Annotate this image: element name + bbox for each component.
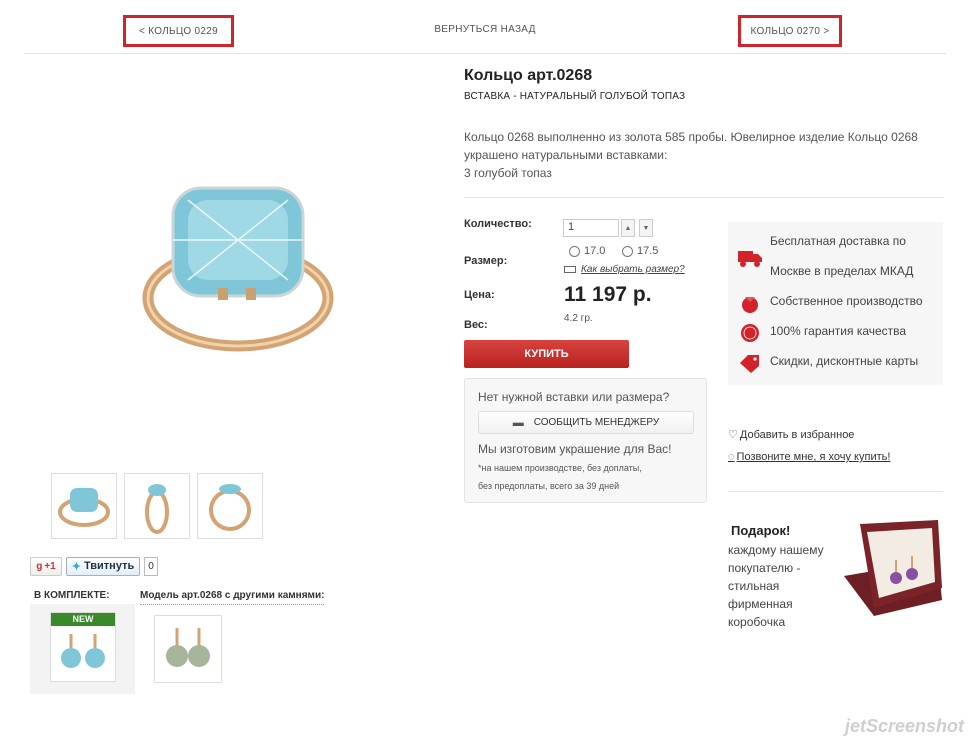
speech-bubble-icon: ◌ bbox=[728, 451, 735, 463]
tweet-button[interactable]: ✦ Твитнуть bbox=[66, 556, 140, 576]
earrings-variant-image bbox=[166, 628, 210, 667]
size-option-label: 17.5 bbox=[637, 245, 659, 257]
next-product-link[interactable]: КОЛЬЦО 0270 > bbox=[738, 15, 842, 47]
benefit-production: Собственное производство bbox=[770, 294, 923, 308]
ring-thumb-image bbox=[209, 484, 251, 531]
discount-tag-icon bbox=[740, 355, 759, 373]
product-description: Кольцо 0268 выполненно из золота 585 про… bbox=[464, 128, 944, 182]
add-favorite-label: Добавить в избранное bbox=[739, 428, 855, 441]
gem-icon bbox=[742, 297, 758, 313]
gift-title: Подарок! bbox=[731, 523, 791, 538]
gplus-button[interactable]: g +1 bbox=[30, 556, 62, 576]
size-label: Размер: bbox=[464, 255, 508, 267]
desc-line-1: Кольцо 0268 выполненно из золота 585 про… bbox=[464, 130, 918, 144]
size-guide-link[interactable]: Как выбрать размер? bbox=[564, 264, 685, 275]
thumbnail-2[interactable] bbox=[124, 473, 190, 539]
gift-line-1: каждому нашему bbox=[728, 543, 824, 557]
gplus-icon: g bbox=[36, 560, 43, 572]
product-title: Кольцо арт.0268 bbox=[464, 67, 593, 84]
thumbnail-1[interactable] bbox=[51, 473, 117, 539]
tweet-label: Твитнуть bbox=[83, 560, 135, 572]
size-guide-label: Как выбрать размер? bbox=[581, 264, 685, 275]
manager-make-text: Мы изготовим украшение для Вас! bbox=[478, 442, 672, 456]
notify-manager-button[interactable]: ▬ СООБЩИТЬ МЕНЕДЖЕРУ bbox=[478, 411, 694, 434]
divider bbox=[728, 491, 943, 492]
weight-value: 4.2 гр. bbox=[564, 313, 593, 324]
truck-icon bbox=[738, 251, 762, 267]
kit-item-earrings[interactable]: NEW bbox=[50, 612, 116, 682]
radio-icon bbox=[622, 245, 633, 257]
benefit-delivery-line-1: Бесплатная доставка по bbox=[770, 234, 906, 248]
gift-box-image bbox=[844, 520, 942, 616]
gift-line-4: фирменная bbox=[728, 597, 793, 611]
price-value: 11 197 р. bbox=[564, 283, 652, 306]
size-option-2[interactable]: 17.5 bbox=[622, 245, 658, 257]
qty-up-button[interactable]: ▲ bbox=[621, 219, 635, 237]
gplus-label: +1 bbox=[44, 560, 56, 572]
benefit-guarantee: 100% гарантия качества bbox=[770, 324, 907, 338]
gift-line-3: стильная bbox=[728, 579, 780, 593]
chat-icon: ▬ bbox=[512, 416, 524, 429]
manager-note: *на нашем производстве, без доплаты, без… bbox=[478, 459, 698, 495]
desc-line-3: 3 голубой топаз bbox=[464, 166, 552, 180]
social-buttons: g +1 ✦ Твитнуть 0 bbox=[30, 556, 158, 576]
next-product-label: КОЛЬЦО 0270 > bbox=[750, 26, 830, 37]
radio-icon bbox=[569, 245, 580, 257]
buy-button[interactable]: КУПИТЬ bbox=[464, 340, 629, 368]
size-option-1[interactable]: 17.0 bbox=[569, 245, 605, 257]
gift-line-2: покупателю - bbox=[728, 561, 801, 575]
product-main-image[interactable] bbox=[128, 180, 348, 360]
prev-product-link[interactable]: < КОЛЬЦО 0229 bbox=[123, 15, 234, 47]
divider bbox=[464, 197, 944, 198]
earrings-image bbox=[61, 634, 105, 668]
notify-manager-label: СООБЩИТЬ МЕНЕДЖЕРУ bbox=[533, 417, 660, 428]
product-subtitle: ВСТАВКА - НАТУРАЛЬНЫЙ ГОЛУБОЙ ТОПАЗ bbox=[464, 91, 686, 102]
price-label: Цена: bbox=[464, 289, 495, 301]
manager-note-line-2: без предоплаты, всего за 39 дней bbox=[478, 481, 620, 491]
manager-question: Нет нужной вставки или размера? bbox=[478, 390, 670, 404]
gift-description: каждому нашему покупателю - стильная фир… bbox=[728, 541, 838, 631]
desc-line-2: украшено натуральными вставками: bbox=[464, 148, 668, 162]
tweet-count: 0 bbox=[144, 556, 158, 576]
callback-link[interactable]: ◌ Позвоните мне, я хочу купить! bbox=[728, 451, 890, 463]
product-page: < КОЛЬЦО 0229 ВЕРНУТЬСЯ НАЗАД КОЛЬЦО 027… bbox=[0, 0, 970, 743]
twitter-bird-icon: ✦ bbox=[71, 560, 81, 573]
watermark-logo: jetScreenshot bbox=[844, 716, 964, 736]
back-link[interactable]: ВЕРНУТЬСЯ НАЗАД bbox=[420, 24, 550, 35]
manager-note-line-1: *на нашем производстве, без доплаты, bbox=[478, 463, 642, 473]
thumbnail-3[interactable] bbox=[197, 473, 263, 539]
ring-thumb-image bbox=[58, 488, 110, 527]
model-variant-earrings[interactable] bbox=[154, 615, 222, 683]
divider bbox=[24, 53, 946, 54]
qty-input[interactable]: 1 bbox=[563, 219, 619, 237]
guarantee-seal-icon bbox=[741, 324, 759, 342]
benefit-delivery-line-2: Москве в пределах МКАД bbox=[770, 264, 914, 278]
prev-product-label: < КОЛЬЦО 0229 bbox=[138, 26, 218, 37]
callback-label: Позвоните мне, я хочу купить! bbox=[736, 451, 891, 463]
qty-down-button[interactable]: ▼ bbox=[639, 219, 653, 237]
qty-label: Количество: bbox=[464, 218, 532, 230]
gift-line-5: коробочка bbox=[728, 615, 786, 629]
kit-heading: В КОМПЛЕКТЕ: bbox=[34, 590, 110, 605]
ring-thumb-image bbox=[145, 484, 169, 534]
add-favorite-link[interactable]: ♡ Добавить в избранное bbox=[728, 428, 855, 442]
benefit-discounts: Скидки, дисконтные карты bbox=[770, 354, 919, 368]
model-heading: Модель арт.0268 с другими камнями: bbox=[140, 590, 325, 605]
weight-label: Вес: bbox=[464, 319, 488, 331]
heart-icon: ♡ bbox=[728, 429, 738, 441]
ruler-icon bbox=[564, 266, 576, 273]
size-option-label: 17.0 bbox=[584, 245, 606, 257]
new-badge: NEW bbox=[51, 613, 115, 626]
